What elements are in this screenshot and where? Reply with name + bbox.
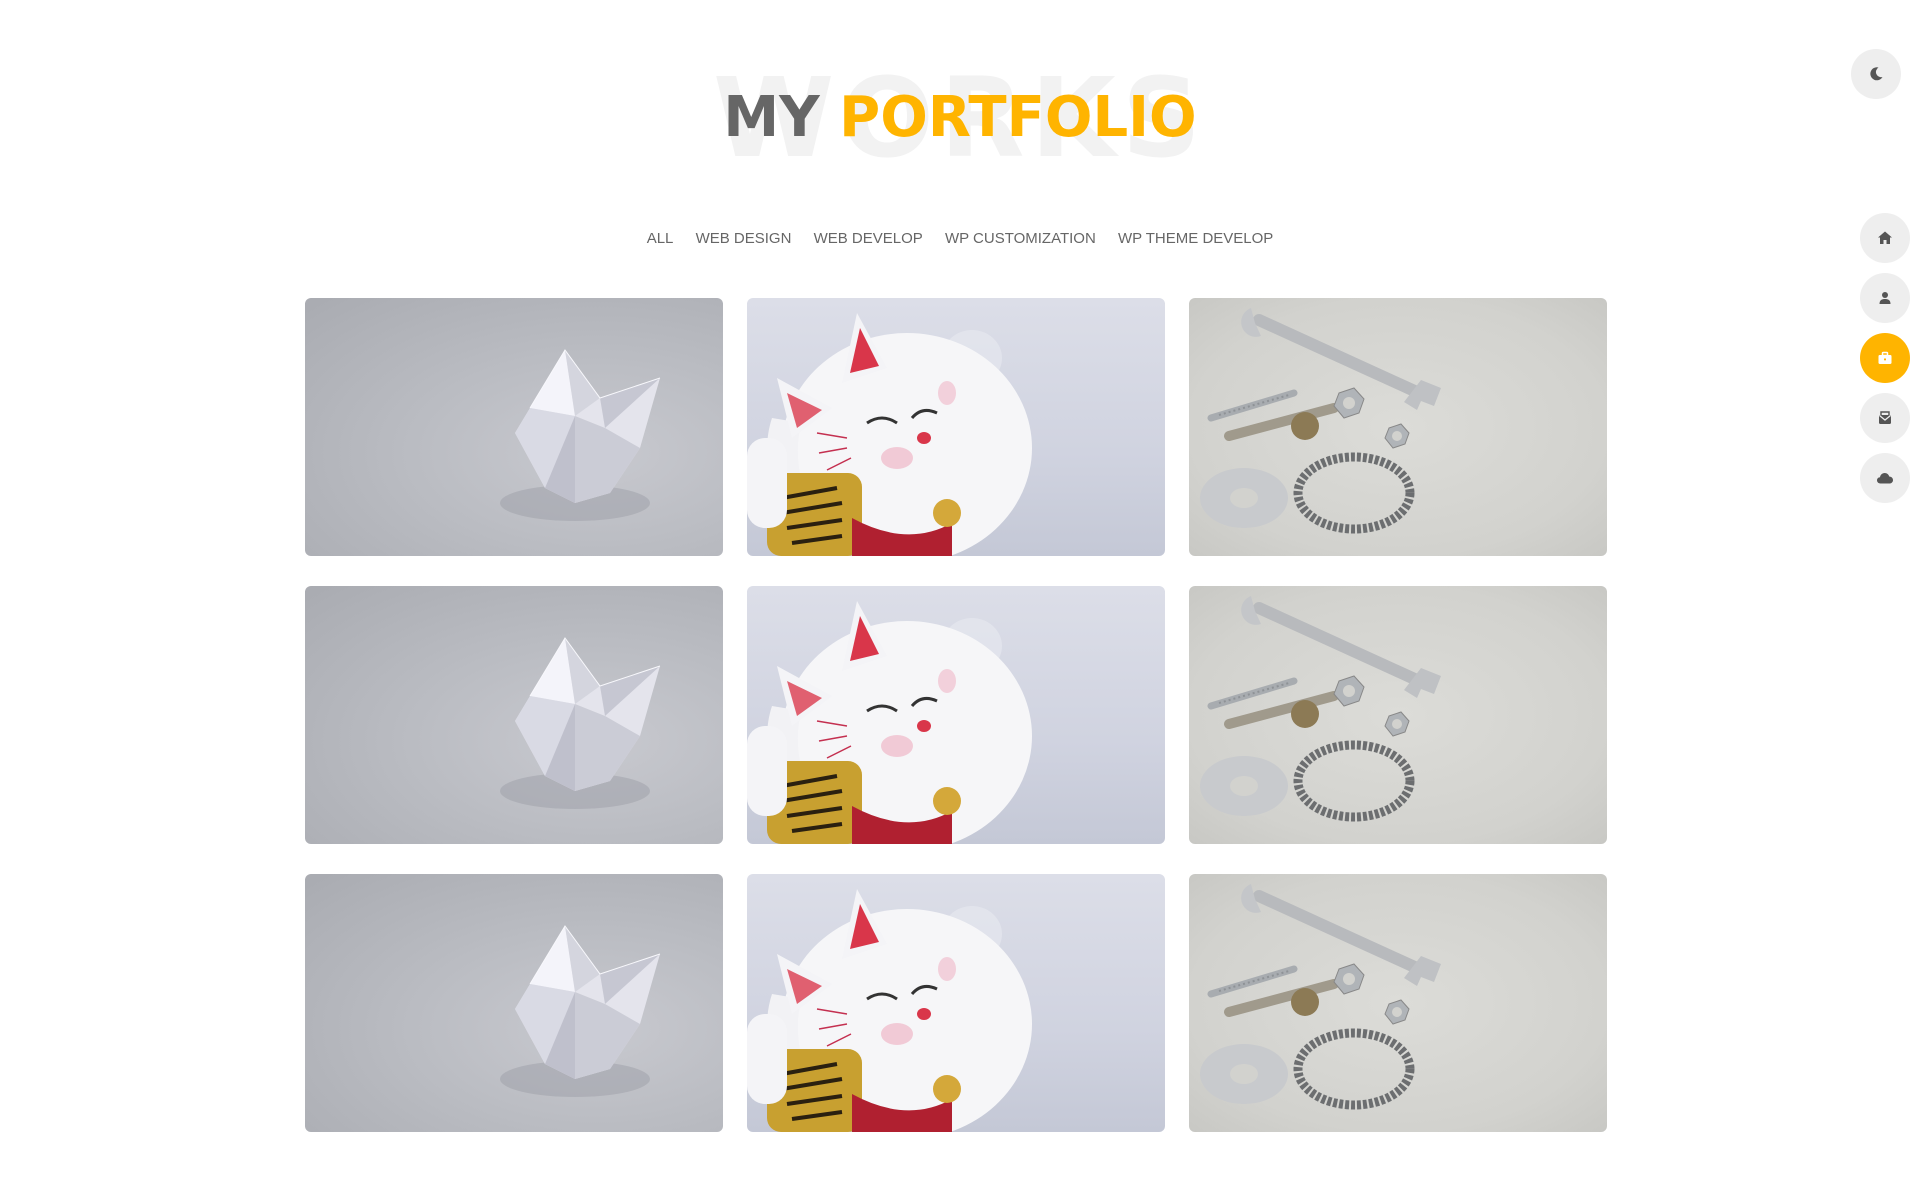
filter-wp-customization[interactable]: WP CUSTOMIZATION [945, 230, 1096, 247]
portfolio-item[interactable] [305, 586, 723, 844]
theme-toggle-button[interactable] [1851, 49, 1901, 99]
title-part-portfolio: PORTFOLIO [839, 85, 1197, 150]
home-icon [1878, 231, 1892, 244]
portfolio-grid [305, 298, 1609, 1132]
tools-photo [1200, 596, 1441, 822]
briefcase-icon [1878, 351, 1892, 364]
title-part-my: MY [723, 85, 820, 150]
portfolio-item[interactable] [1189, 874, 1607, 1132]
filter-wp-theme-develop[interactable]: WP THEME DEVELOP [1118, 230, 1273, 247]
origami-photo [500, 925, 661, 1097]
side-navigation [1860, 213, 1910, 513]
cloud-icon [1877, 473, 1893, 484]
filter-web-design[interactable]: WEB DESIGN [696, 230, 792, 247]
nav-portfolio-button[interactable] [1860, 333, 1910, 383]
nav-contact-button[interactable] [1860, 393, 1910, 443]
filter-all[interactable]: ALL [647, 230, 674, 247]
lucky-cat-photo [747, 889, 1032, 1132]
page-title: MY PORTFOLIO [0, 86, 1920, 150]
moon-icon [1870, 67, 1883, 81]
user-icon [1879, 292, 1891, 304]
nav-blog-button[interactable] [1860, 453, 1910, 503]
lucky-cat-photo [747, 313, 1032, 556]
portfolio-item[interactable] [747, 874, 1165, 1132]
portfolio-page: WORKS MY PORTFOLIO ALL WEB DESIGN WEB DE… [0, 0, 1920, 1197]
filter-web-develop[interactable]: WEB DEVELOP [814, 230, 923, 247]
origami-photo [500, 349, 661, 521]
portfolio-item[interactable] [747, 586, 1165, 844]
portfolio-filter-nav: ALL WEB DESIGN WEB DEVELOP WP CUSTOMIZAT… [0, 230, 1920, 247]
portfolio-item[interactable] [305, 298, 723, 556]
portfolio-item[interactable] [1189, 298, 1607, 556]
tools-photo [1200, 884, 1441, 1110]
portfolio-item[interactable] [305, 874, 723, 1132]
origami-photo [500, 637, 661, 809]
portfolio-item[interactable] [1189, 586, 1607, 844]
portfolio-item[interactable] [747, 298, 1165, 556]
nav-home-button[interactable] [1860, 213, 1910, 263]
mail-icon [1879, 411, 1891, 424]
nav-about-button[interactable] [1860, 273, 1910, 323]
lucky-cat-photo [747, 601, 1032, 844]
tools-photo [1200, 308, 1441, 534]
section-heading: WORKS MY PORTFOLIO [0, 56, 1920, 178]
